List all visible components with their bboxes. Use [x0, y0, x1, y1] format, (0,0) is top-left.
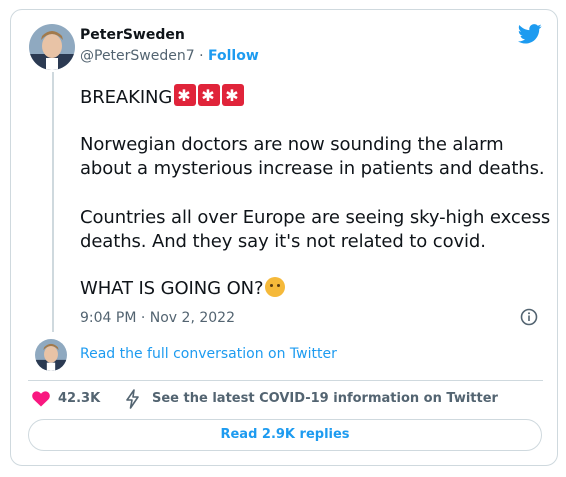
lightning-icon[interactable] [124, 389, 142, 409]
tweet-line: Norwegian doctors are now sounding the a… [80, 134, 504, 155]
thread-line [52, 72, 54, 332]
author-display-name[interactable]: PeterSweden [80, 27, 185, 43]
read-conversation-link[interactable]: Read the full conversation on Twitter [80, 346, 337, 362]
thinking-face-emoji [265, 277, 286, 297]
tweet-line: deaths. And they say it's not related to… [80, 231, 486, 252]
like-count[interactable]: 42.3K [58, 391, 100, 406]
author-handle[interactable]: @PeterSweden7 [80, 48, 195, 64]
covid-info-link[interactable]: See the latest COVID-19 information on T… [152, 391, 498, 406]
heart-icon[interactable] [32, 391, 50, 407]
siren-emoji [174, 84, 197, 108]
conversation-avatar[interactable] [35, 339, 67, 371]
twitter-bird-icon[interactable] [518, 24, 542, 44]
tweet-line: about a mysterious increase in patients … [80, 158, 545, 179]
tweet-line: Countries all over Europe are seeing sky… [80, 207, 551, 228]
info-icon[interactable] [520, 308, 538, 326]
follow-link[interactable]: Follow [208, 48, 259, 64]
read-replies-button[interactable]: Read 2.9K replies [28, 419, 542, 451]
divider [28, 380, 543, 381]
tweet-line-breaking: BREAKING [80, 84, 245, 110]
siren-emoji [198, 84, 221, 108]
siren-emoji [222, 84, 245, 108]
separator-dot: · [199, 48, 204, 64]
author-avatar[interactable] [29, 24, 75, 70]
tweet-timestamp[interactable]: 9:04 PM · Nov 2, 2022 [80, 310, 235, 326]
tweet-line-question: WHAT IS GOING ON? [80, 277, 286, 301]
author-handle-row: @PeterSweden7 · Follow [80, 48, 259, 64]
